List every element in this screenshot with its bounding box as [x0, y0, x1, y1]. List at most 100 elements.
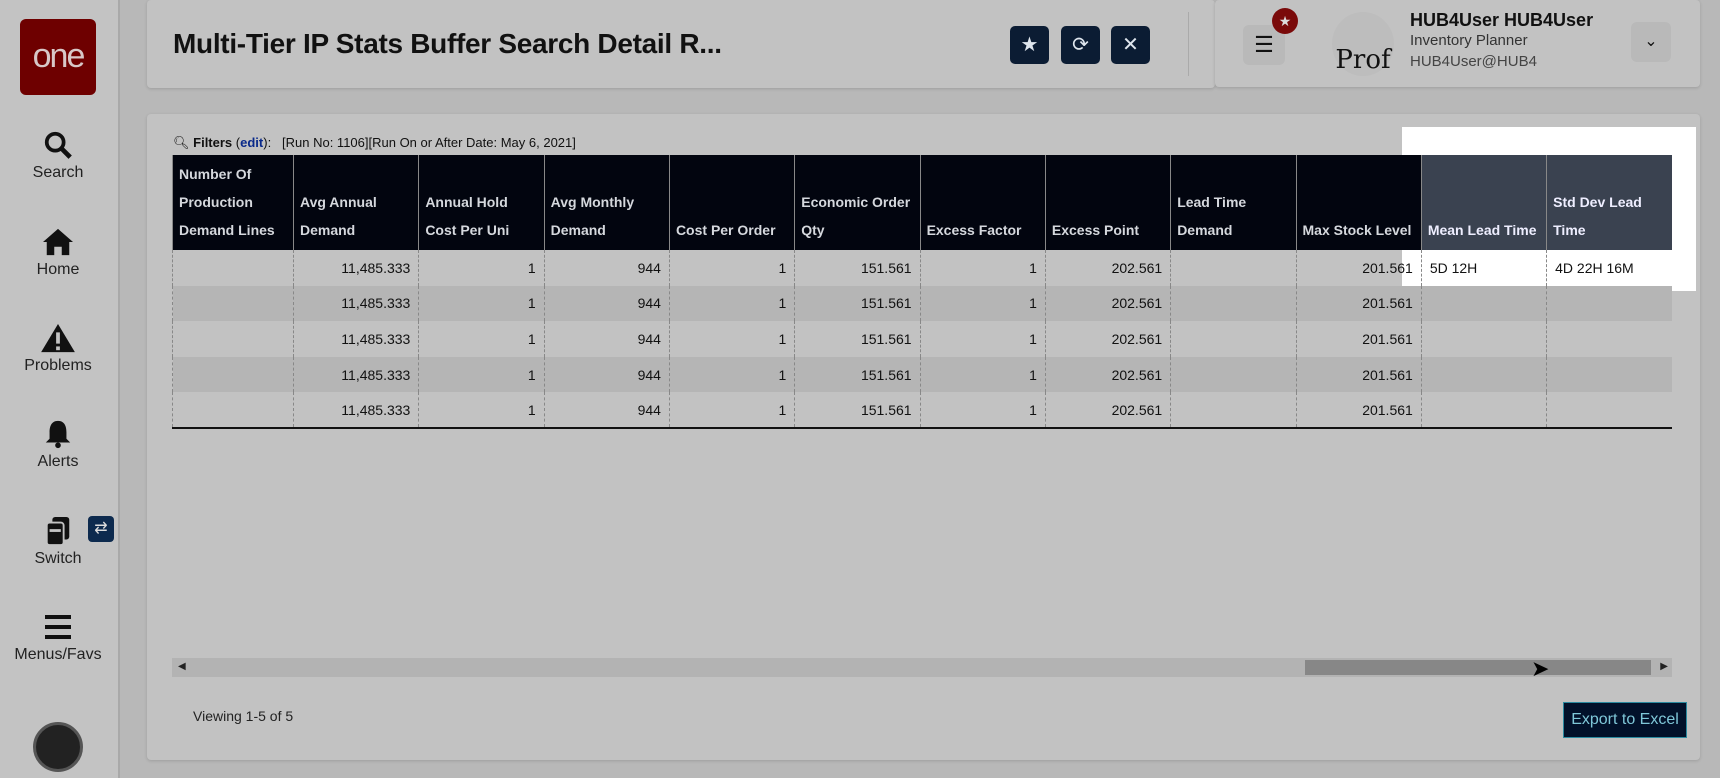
table-cell: 4D 22H 16M [1546, 250, 1672, 286]
sidebar-item-menus-favs[interactable]: Menus/Favs [0, 612, 116, 664]
table-cell [1420, 285, 1547, 322]
column-header[interactable]: Excess Factor [919, 155, 1046, 250]
sidebar-item-home[interactable]: Home [0, 227, 116, 279]
user-avatar[interactable]: Prof [1332, 12, 1394, 76]
refresh-icon: ⟳ [1072, 34, 1089, 56]
table-cell [1170, 321, 1296, 357]
scrollbar-thumb[interactable] [1305, 660, 1651, 675]
table-cell: 11,485.333 [292, 250, 419, 286]
column-header[interactable]: Std Dev Lead Time [1546, 155, 1672, 250]
column-header[interactable]: Avg Monthly Demand [543, 155, 670, 250]
table-cell: 11,485.333 [292, 392, 419, 429]
column-header[interactable]: Lead Time Demand [1170, 155, 1296, 250]
table-cell [1546, 356, 1672, 393]
table-cell: 1 [418, 356, 545, 393]
table-cell: 944 [543, 356, 670, 393]
table-cell: 944 [543, 250, 670, 286]
column-header[interactable]: Annual Hold Cost Per Uni [418, 155, 545, 250]
filters-bar: 🔍︎ Filters (edit): [Run No: 1106][Run On… [173, 135, 576, 150]
user-email: HUB4User@HUB4 [1410, 53, 1537, 70]
refresh-button[interactable]: ⟳ [1061, 26, 1100, 64]
table-cell: 944 [543, 392, 670, 429]
column-header[interactable]: Economic Order Qty [794, 155, 921, 250]
user-name: HUB4User HUB4User [1410, 10, 1594, 30]
table-cell: 201.561 [1295, 392, 1422, 429]
user-dropdown-button[interactable]: ⌄ [1631, 22, 1671, 62]
favorite-button[interactable]: ★ [1010, 26, 1049, 64]
table-cell [1546, 392, 1672, 429]
table-cell: 202.561 [1044, 392, 1171, 429]
app-logo[interactable]: one [20, 19, 96, 95]
table-cell: 1 [919, 250, 1046, 286]
results-table: Number Of Production Demand Lines Avg Ann… [172, 155, 1672, 429]
table-cell: 151.561 [794, 356, 921, 393]
user-role: Inventory Planner [1410, 32, 1528, 49]
table-cell: 1 [919, 321, 1046, 357]
table-cell: 202.561 [1044, 250, 1171, 286]
table-cell: 5D 12H [1420, 250, 1547, 286]
sidebar-item-label: Search [32, 164, 84, 181]
table-cell [1170, 250, 1296, 286]
sidebar-item-problems[interactable]: Problems [0, 323, 116, 375]
table-cell: 11,485.333 [292, 321, 419, 357]
filters-label: Filters [193, 135, 233, 150]
table-cell: 944 [543, 285, 670, 322]
assistant-avatar[interactable] [33, 722, 83, 772]
warning-icon [41, 323, 75, 353]
table-row[interactable]: 11,485.333 1 944 1 151.561 1 202.561 201.561 [172, 392, 1672, 429]
filters-text: [Run No: 1106][Run On or After Date: May… [282, 135, 576, 150]
table-cell: 202.561 [1044, 321, 1171, 357]
table-cell [172, 321, 294, 357]
header-divider [1188, 12, 1189, 76]
table-cell: 1 [919, 392, 1046, 429]
switch-icon [45, 516, 70, 546]
sidebar: one Search Home Problems Alerts Switch ⇄… [0, 0, 120, 778]
swap-icon[interactable]: ⇄ [88, 516, 114, 542]
table-cell [172, 250, 294, 286]
table-cell: 1 [668, 321, 795, 357]
search-icon: 🔍︎ [173, 135, 190, 150]
column-header[interactable]: Mean Lead Time [1420, 155, 1547, 250]
table-cell [1170, 285, 1296, 322]
table-cell: 1 [418, 321, 545, 357]
table-cell: 1 [418, 285, 545, 322]
sidebar-item-search[interactable]: Search [0, 130, 116, 182]
table-cell [172, 392, 294, 429]
table-cell: 1 [919, 285, 1046, 322]
table-cell: 1 [919, 356, 1046, 393]
sidebar-item-label: Problems [24, 357, 92, 374]
table-cell [1420, 321, 1547, 357]
table-cell: 151.561 [794, 285, 921, 322]
chevron-down-icon: ⌄ [1644, 33, 1658, 50]
column-header[interactable]: Avg Annual Demand [292, 155, 419, 250]
sidebar-item-alerts[interactable]: Alerts [0, 419, 116, 471]
table-cell: 1 [668, 285, 795, 322]
export-to-excel-button[interactable]: Export to Excel [1563, 702, 1687, 738]
table-cell [1170, 356, 1296, 393]
horizontal-scrollbar[interactable]: ◀ ▶ [172, 658, 1672, 677]
table-cell: 201.561 [1295, 285, 1422, 322]
sidebar-item-label: Home [36, 261, 80, 278]
table-cell [172, 285, 294, 322]
filters-edit-link[interactable]: edit [240, 135, 263, 150]
column-header[interactable]: Cost Per Order [668, 155, 795, 250]
close-icon: ✕ [1122, 34, 1139, 56]
table-row[interactable]: 11,485.333 1 944 1 151.561 1 202.561 201.561 [172, 285, 1672, 322]
close-button[interactable]: ✕ [1111, 26, 1150, 64]
table-cell: 201.561 [1295, 321, 1422, 357]
table-cell [1546, 285, 1672, 322]
column-header[interactable]: Max Stock Level [1295, 155, 1422, 250]
scroll-left-icon[interactable]: ◀ [178, 661, 186, 672]
column-header[interactable]: Excess Point [1044, 155, 1171, 250]
scroll-right-icon[interactable]: ▶ [1660, 661, 1668, 672]
star-icon: ★ [1020, 34, 1039, 56]
table-row[interactable]: 11,485.333 1 944 1 151.561 1 202.561 201.561 [172, 356, 1672, 393]
favorites-badge-icon[interactable]: ★ [1272, 8, 1298, 34]
table-row[interactable]: 11,485.333 1 944 1 151.561 1 202.561 201.561 [172, 321, 1672, 357]
table-row[interactable]: 11,485.333 1 944 1 151.561 1 202.561 201.561 5D … [172, 250, 1672, 286]
table-cell: 151.561 [794, 392, 921, 429]
table-cell: 201.561 [1295, 250, 1422, 286]
sidebar-item-label: Switch [34, 550, 82, 567]
pagination-info: Viewing 1-5 of 5 [193, 708, 294, 724]
column-header[interactable]: Number Of Production Demand Lines [172, 155, 294, 250]
